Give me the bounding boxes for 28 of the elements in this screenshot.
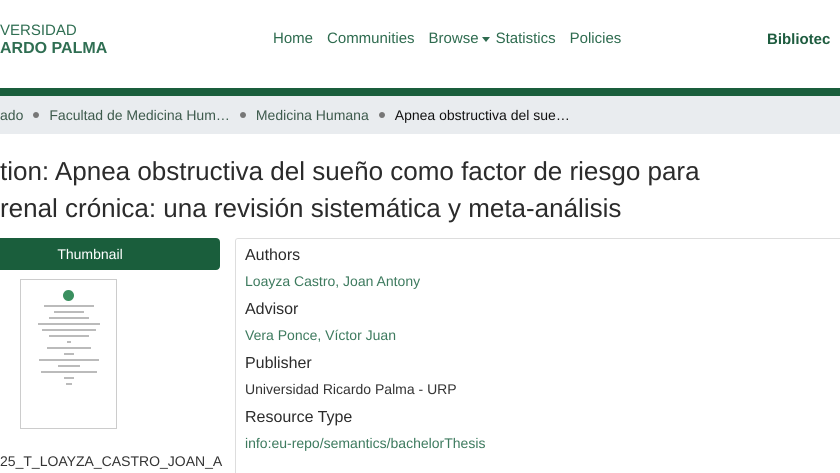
title-text: tion: Apnea obstructiva del sueño como factor de riesgo para [0,155,701,188]
nav-link[interactable]: Policies [570,28,622,50]
breadcrumb-link[interactable]: Medicina Humana [256,104,369,126]
nav-link[interactable]: Communities [327,28,415,50]
field-label: Resource Type [245,408,354,428]
breadcrumb-link[interactable]: Apnea obstructiva del sue… [394,104,570,126]
field-label: Advisor [245,300,300,320]
document-thumbnail[interactable] [20,279,117,429]
nav-link[interactable]: Statistics [496,28,556,50]
title-text: renal crónica: una revisión sistemática y meta-análisis [0,192,622,225]
logo-text: VERSIDAD [0,22,78,40]
breadcrumb-link[interactable]: Facultad de Medicina Hum… [49,104,230,126]
field-value: Universidad Ricardo Palma - URP [245,380,458,399]
thumbnail-heading: Thumbnail [0,238,220,270]
bullet-icon [378,112,385,118]
file-name[interactable]: 25_T_LOAYZA_CASTRO_JOAN_A [0,451,235,472]
field-link[interactable]: info:eu-repo/semantics/bachelorThesis [245,433,840,453]
field-label: Publisher [245,354,313,374]
field-label: Authors [245,246,302,266]
breadcrumb-link[interactable]: ado [0,104,24,126]
site-title[interactable]: Bibliotec [767,29,830,52]
field-link[interactable]: Vera Ponce, Víctor Juan [245,325,840,345]
browse-dropdown[interactable]: Browse [428,28,490,50]
nav-link[interactable]: Home [273,28,314,50]
bullet-icon [240,112,246,118]
logo-text: ARDO PALMA [0,40,108,58]
bullet-icon [33,112,40,118]
field-link[interactable]: Loayza Castro, Joan Antony [245,271,840,291]
